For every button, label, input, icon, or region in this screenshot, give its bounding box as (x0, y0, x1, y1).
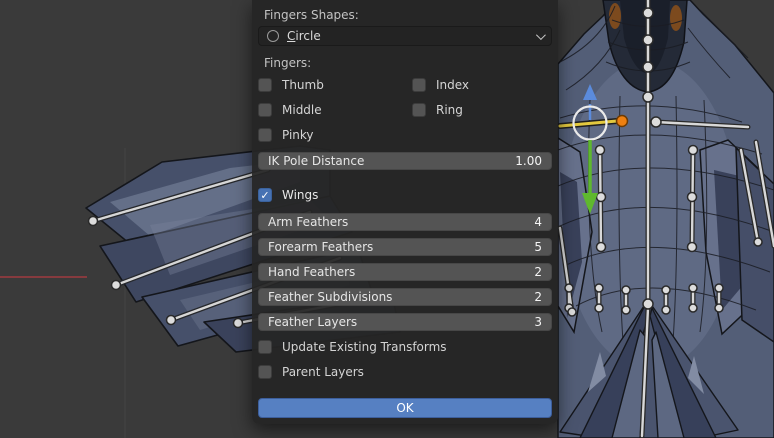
feather-subdivisions-field[interactable]: Feather Subdivisions 2 (258, 288, 552, 306)
circle-outline-icon (267, 30, 279, 42)
checkbox-update-existing-transforms[interactable]: ✓ Update Existing Transforms (258, 340, 447, 354)
hand-feathers-field[interactable]: Hand Feathers 2 (258, 263, 552, 281)
eye-patch-right (670, 5, 682, 31)
slider-value: 1.00 (515, 154, 542, 168)
update-transforms-checkbox-box[interactable]: ✓ (258, 340, 272, 354)
checkbox-wings[interactable]: ✓ Wings (258, 188, 318, 202)
checkbox-thumb[interactable]: ✓ Thumb (258, 78, 324, 92)
thumb-checkbox-box[interactable]: ✓ (258, 78, 272, 92)
finger-shape-dropdown[interactable]: Circle (258, 26, 552, 46)
checkbox-parent-layers[interactable]: ✓ Parent Layers (258, 365, 364, 379)
ring-checkbox-box[interactable]: ✓ (412, 103, 426, 117)
ok-button[interactable]: OK (258, 398, 552, 418)
operator-panel: Fingers Shapes: Circle Fingers: ✓ Thumb … (252, 0, 558, 424)
checkbox-index[interactable]: ✓ Index (412, 78, 469, 92)
feather-layers-field[interactable]: Feather Layers 3 (258, 313, 552, 331)
forearm-feathers-field[interactable]: Forearm Feathers 5 (258, 238, 552, 256)
index-checkbox-box[interactable]: ✓ (412, 78, 426, 92)
middle-checkbox-box[interactable]: ✓ (258, 103, 272, 117)
wings-checkbox-box[interactable]: ✓ (258, 188, 272, 202)
arm-feathers-field[interactable]: Arm Feathers 4 (258, 213, 552, 231)
checkbox-middle[interactable]: ✓ Middle (258, 103, 322, 117)
parent-layers-checkbox-box[interactable]: ✓ (258, 365, 272, 379)
slider-label: IK Pole Distance (268, 154, 365, 168)
chevron-down-icon (535, 29, 546, 40)
bone-tip-handle[interactable] (615, 114, 629, 128)
blender-window: { "viewport": { "description": "Blender … (0, 0, 774, 438)
checkbox-ring[interactable]: ✓ Ring (412, 103, 463, 117)
fingers-label: Fingers: (264, 56, 312, 70)
pinky-checkbox-box[interactable]: ✓ (258, 128, 272, 142)
dropdown-value: Circle (287, 29, 321, 43)
fingers-shapes-label: Fingers Shapes: (264, 8, 359, 22)
checkbox-pinky[interactable]: ✓ Pinky (258, 128, 314, 142)
ik-pole-distance-slider[interactable]: IK Pole Distance 1.00 (258, 152, 552, 170)
